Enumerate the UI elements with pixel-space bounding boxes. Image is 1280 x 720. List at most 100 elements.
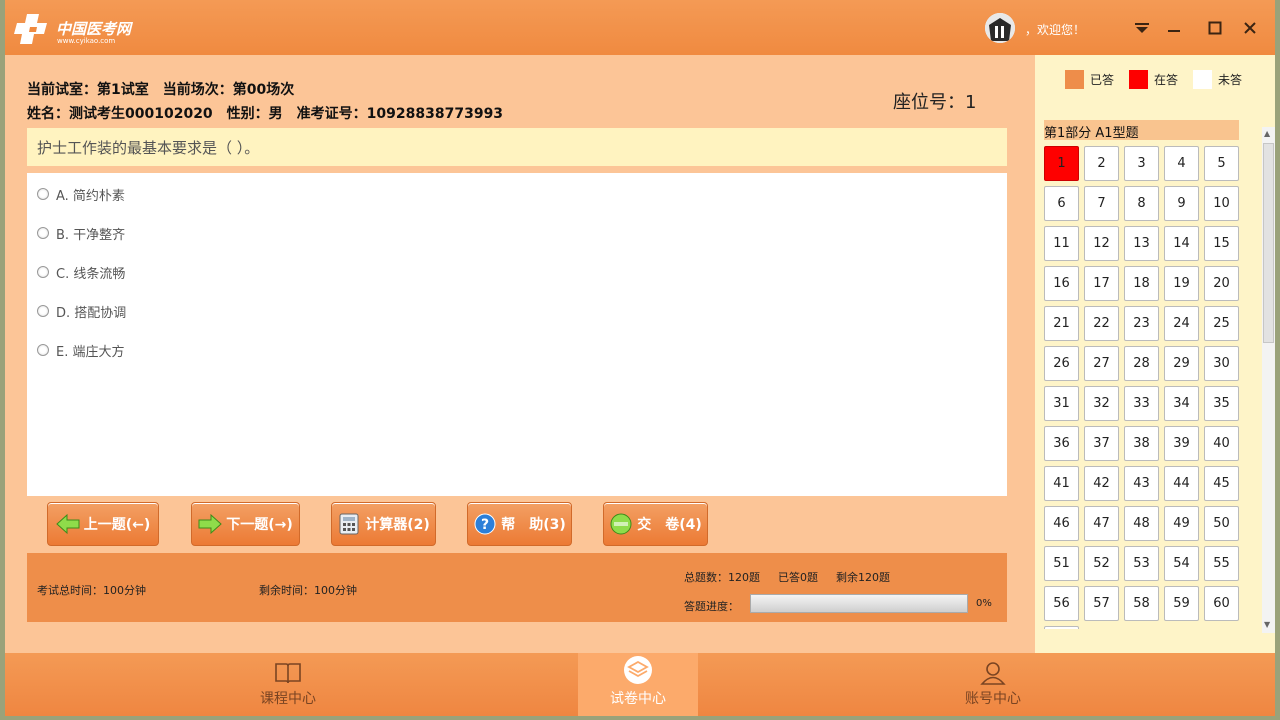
question-grid: 1 2 3 4 5 6 7 8 9 10 11 12 13 14 15 16 17 18 19 20 21 22 23 24 2… <box>1044 146 1244 629</box>
maximize-button[interactable] <box>1204 17 1226 39</box>
dropdown-menu-button[interactable] <box>1131 17 1153 39</box>
question-number-25[interactable]: 25 <box>1204 306 1239 341</box>
question-number-7[interactable]: 7 <box>1084 186 1119 221</box>
option-d[interactable]: D. 搭配协调 <box>37 302 126 321</box>
submit-button[interactable]: 交 卷(4) <box>603 502 708 546</box>
question-number-23[interactable]: 23 <box>1124 306 1159 341</box>
question-number-1[interactable]: 1 <box>1044 146 1079 181</box>
question-number-16[interactable]: 16 <box>1044 266 1079 301</box>
question-number-37[interactable]: 37 <box>1084 426 1119 461</box>
question-number-39[interactable]: 39 <box>1164 426 1199 461</box>
close-button[interactable] <box>1239 17 1261 39</box>
question-number-20[interactable]: 20 <box>1204 266 1239 301</box>
question-number-28[interactable]: 28 <box>1124 346 1159 381</box>
question-number-18[interactable]: 18 <box>1124 266 1159 301</box>
question-number-61[interactable]: 61 <box>1044 626 1079 629</box>
exam-info: 当前试室：第1试室 当前场次：第00场次 姓名：测试考生000102020 性别：男… <box>27 78 517 126</box>
question-number-54[interactable]: 54 <box>1164 546 1199 581</box>
question-number-11[interactable]: 11 <box>1044 226 1079 261</box>
minimize-button[interactable] <box>1163 17 1185 39</box>
question-number-21[interactable]: 21 <box>1044 306 1079 341</box>
question-number-12[interactable]: 12 <box>1084 226 1119 261</box>
question-number-33[interactable]: 33 <box>1124 386 1159 421</box>
question-number-60[interactable]: 60 <box>1204 586 1239 621</box>
question-number-31[interactable]: 31 <box>1044 386 1079 421</box>
question-navigator: 已答 在答 未答 第1部分 A1型题 1 2 3 4 5 6 7 8 9 10 11 12 13 14 15… <box>1035 55 1275 653</box>
question-number-14[interactable]: 14 <box>1164 226 1199 261</box>
prev-question-button[interactable]: 上一题(←) <box>47 502 159 546</box>
question-number-38[interactable]: 38 <box>1124 426 1159 461</box>
title-bar: 中国医考网 www.cyikao.com ，欢迎您！ <box>5 0 1275 55</box>
radio-icon[interactable] <box>37 188 49 200</box>
question-number-49[interactable]: 49 <box>1164 506 1199 541</box>
question-number-5[interactable]: 5 <box>1204 146 1239 181</box>
question-number-4[interactable]: 4 <box>1164 146 1199 181</box>
option-b[interactable]: B. 干净整齐 <box>37 224 126 243</box>
question-number-9[interactable]: 9 <box>1164 186 1199 221</box>
question-number-34[interactable]: 34 <box>1164 386 1199 421</box>
answer-options: A. 简约朴素 B. 干净整齐 C. 线条流畅 D. 搭配协调 E. 端庄大方 <box>27 173 1007 496</box>
nav-paper-center[interactable]: 试卷中心 <box>578 653 698 716</box>
question-number-43[interactable]: 43 <box>1124 466 1159 501</box>
question-number-56[interactable]: 56 <box>1044 586 1079 621</box>
question-number-40[interactable]: 40 <box>1204 426 1239 461</box>
question-number-10[interactable]: 10 <box>1204 186 1239 221</box>
question-number-41[interactable]: 41 <box>1044 466 1079 501</box>
next-question-button[interactable]: 下一题(→) <box>191 502 300 546</box>
question-number-46[interactable]: 46 <box>1044 506 1079 541</box>
question-number-50[interactable]: 50 <box>1204 506 1239 541</box>
question-number-51[interactable]: 51 <box>1044 546 1079 581</box>
svg-text:?: ? <box>481 517 489 533</box>
question-number-59[interactable]: 59 <box>1164 586 1199 621</box>
question-number-36[interactable]: 36 <box>1044 426 1079 461</box>
question-number-32[interactable]: 32 <box>1084 386 1119 421</box>
question-number-52[interactable]: 52 <box>1084 546 1119 581</box>
question-number-45[interactable]: 45 <box>1204 466 1239 501</box>
question-number-29[interactable]: 29 <box>1164 346 1199 381</box>
option-label: B. 干净整齐 <box>56 227 126 243</box>
scroll-up-icon[interactable]: ▲ <box>1264 129 1270 138</box>
examinee-name: 姓名：测试考生000102020 <box>27 106 213 122</box>
question-number-48[interactable]: 48 <box>1124 506 1159 541</box>
question-number-13[interactable]: 13 <box>1124 226 1159 261</box>
question-number-53[interactable]: 53 <box>1124 546 1159 581</box>
question-number-55[interactable]: 55 <box>1204 546 1239 581</box>
question-number-26[interactable]: 26 <box>1044 346 1079 381</box>
scroll-thumb[interactable] <box>1263 143 1274 343</box>
question-number-8[interactable]: 8 <box>1124 186 1159 221</box>
question-number-19[interactable]: 19 <box>1164 266 1199 301</box>
question-number-35[interactable]: 35 <box>1204 386 1239 421</box>
question-number-22[interactable]: 22 <box>1084 306 1119 341</box>
admission-ticket: 准考证号：10928838773993 <box>296 106 504 122</box>
nav-account-center[interactable]: 账号中心 <box>883 653 1103 716</box>
question-number-2[interactable]: 2 <box>1084 146 1119 181</box>
book-icon <box>275 663 301 684</box>
logo-text: 中国医考网 <box>56 20 132 38</box>
question-number-3[interactable]: 3 <box>1124 146 1159 181</box>
question-number-6[interactable]: 6 <box>1044 186 1079 221</box>
radio-icon[interactable] <box>37 227 49 239</box>
option-label: E. 端庄大方 <box>56 344 125 360</box>
scroll-down-icon[interactable]: ▼ <box>1264 620 1270 629</box>
question-number-44[interactable]: 44 <box>1164 466 1199 501</box>
question-number-15[interactable]: 15 <box>1204 226 1239 261</box>
calculator-button[interactable]: 计算器(2) <box>331 502 436 546</box>
question-number-58[interactable]: 58 <box>1124 586 1159 621</box>
question-number-42[interactable]: 42 <box>1084 466 1119 501</box>
radio-icon[interactable] <box>37 305 49 317</box>
question-number-24[interactable]: 24 <box>1164 306 1199 341</box>
radio-icon[interactable] <box>37 344 49 356</box>
scrollbar[interactable]: ▲ ▼ <box>1262 127 1275 633</box>
avatar[interactable] <box>985 13 1015 43</box>
help-button[interactable]: ? 帮 助(3) <box>467 502 572 546</box>
radio-icon[interactable] <box>37 266 49 278</box>
question-number-17[interactable]: 17 <box>1084 266 1119 301</box>
option-e[interactable]: E. 端庄大方 <box>37 341 125 360</box>
question-number-30[interactable]: 30 <box>1204 346 1239 381</box>
nav-course-center[interactable]: 课程中心 <box>177 653 399 716</box>
question-number-47[interactable]: 47 <box>1084 506 1119 541</box>
question-number-57[interactable]: 57 <box>1084 586 1119 621</box>
question-number-27[interactable]: 27 <box>1084 346 1119 381</box>
option-c[interactable]: C. 线条流畅 <box>37 263 125 282</box>
option-a[interactable]: A. 简约朴素 <box>37 185 125 204</box>
